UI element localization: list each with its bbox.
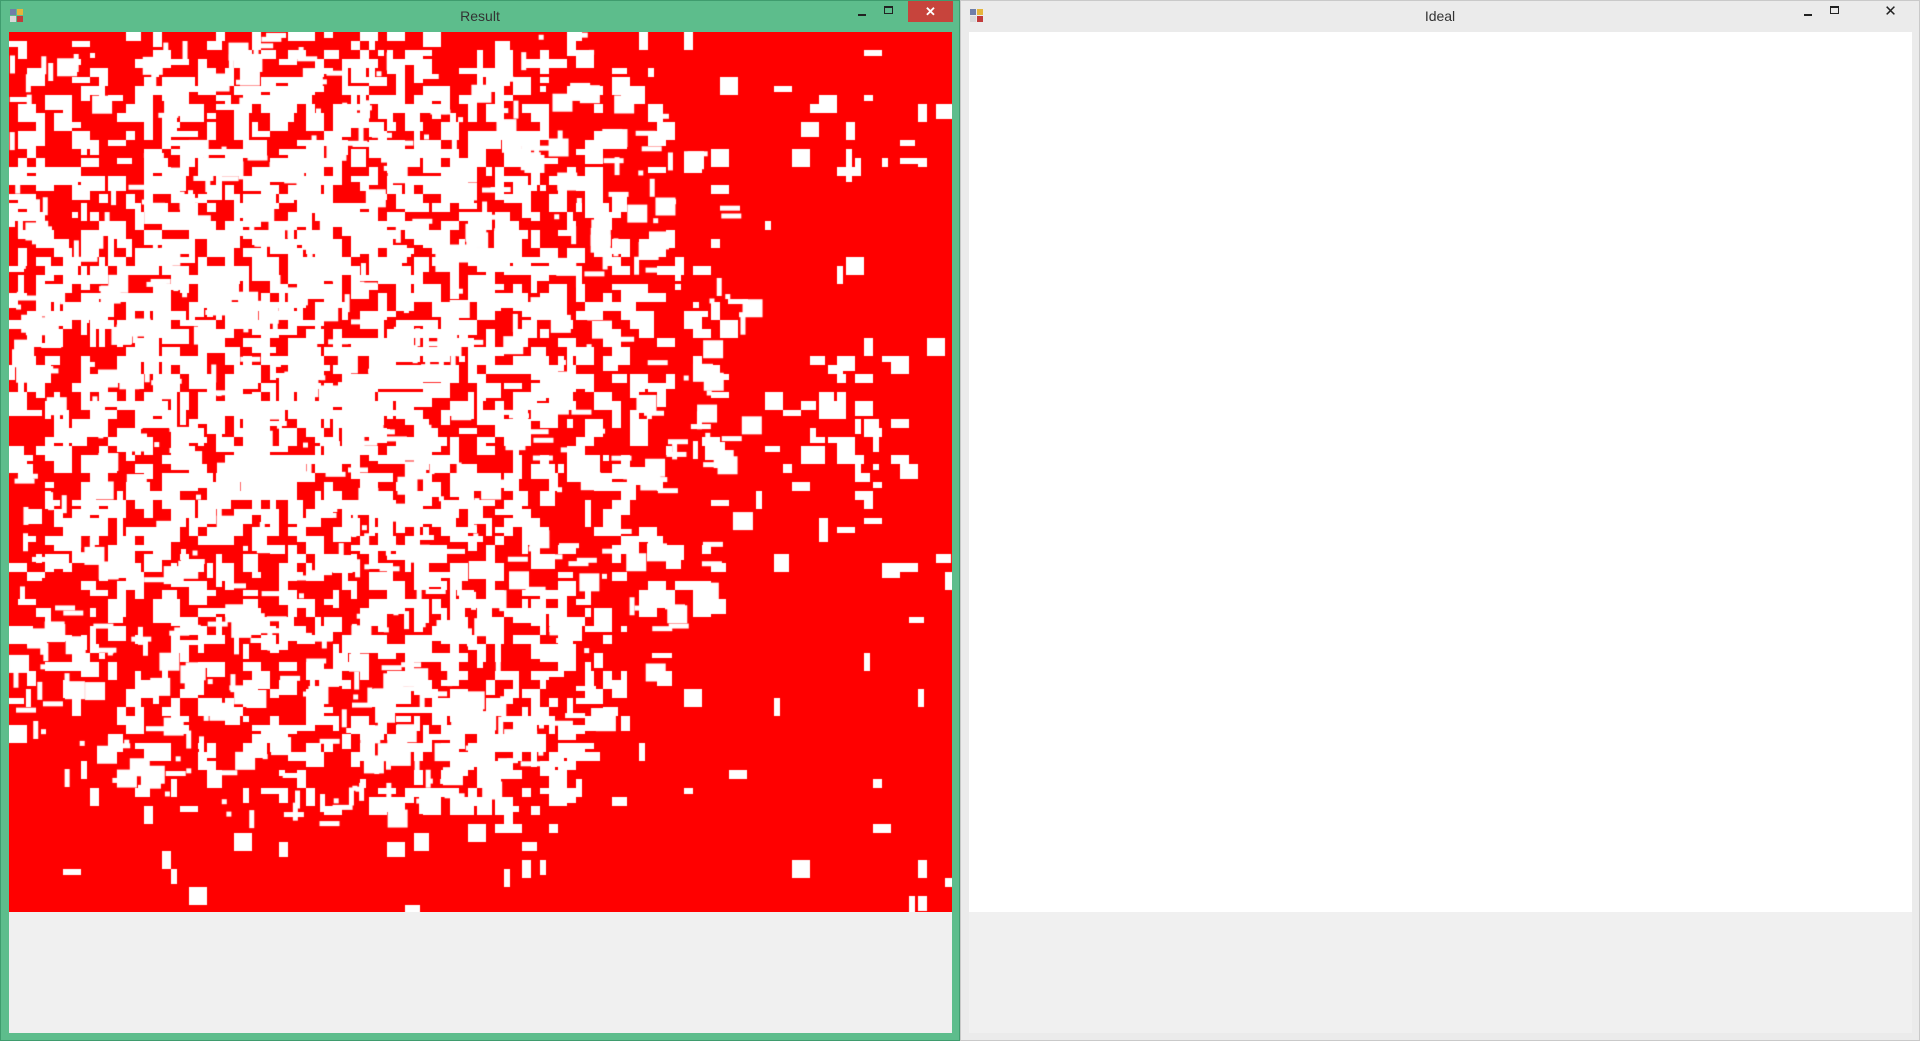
window-title: Ideal bbox=[1424, 8, 1456, 24]
segmentation-map bbox=[9, 32, 952, 912]
close-icon: ✕ bbox=[925, 4, 936, 19]
minimize-button[interactable] bbox=[1795, 1, 1822, 22]
result-window[interactable]: Result ✕ bbox=[0, 0, 960, 1041]
ideal-window[interactable]: Ideal ✕ bbox=[960, 0, 1920, 1041]
minimize-icon bbox=[858, 14, 866, 16]
ideal-picture bbox=[969, 32, 1912, 912]
maximize-button[interactable] bbox=[876, 1, 903, 22]
maximize-icon bbox=[884, 6, 893, 14]
window-title: Result bbox=[460, 8, 500, 24]
close-icon: ✕ bbox=[1884, 3, 1897, 20]
result-picture bbox=[9, 32, 952, 912]
minimize-icon bbox=[1804, 14, 1812, 16]
ideal-titlebar[interactable]: Ideal ✕ bbox=[961, 1, 1919, 31]
close-button[interactable]: ✕ bbox=[1868, 1, 1913, 22]
close-button[interactable]: ✕ bbox=[908, 1, 953, 22]
minimize-button[interactable] bbox=[849, 1, 876, 22]
result-titlebar[interactable]: Result ✕ bbox=[1, 1, 959, 31]
maximize-button[interactable] bbox=[1822, 1, 1849, 22]
maximize-icon bbox=[1830, 6, 1839, 14]
result-client-area bbox=[9, 32, 952, 1033]
ideal-client-area bbox=[969, 32, 1912, 1033]
